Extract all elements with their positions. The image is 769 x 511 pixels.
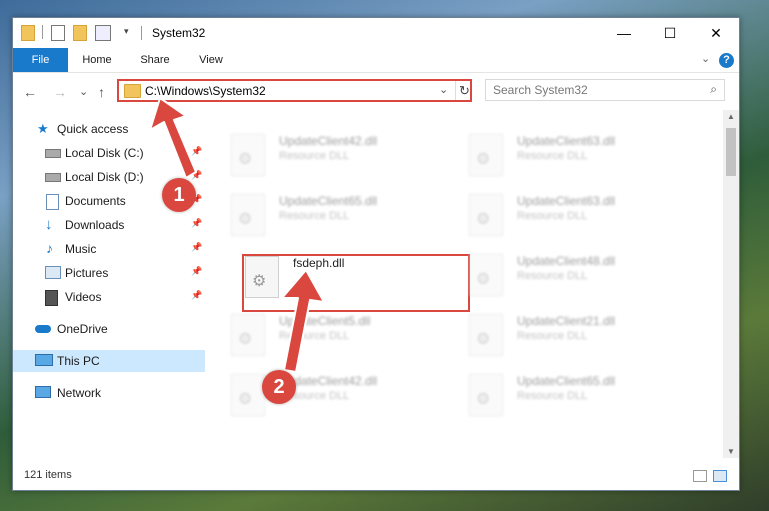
arrow-to-fsdeph-file [281,269,325,373]
annotation-arrows [149,97,325,373]
step-badge-1: 1 [162,178,196,212]
arrow-to-address-bar [149,97,197,179]
step-badge-2: 2 [262,370,296,404]
